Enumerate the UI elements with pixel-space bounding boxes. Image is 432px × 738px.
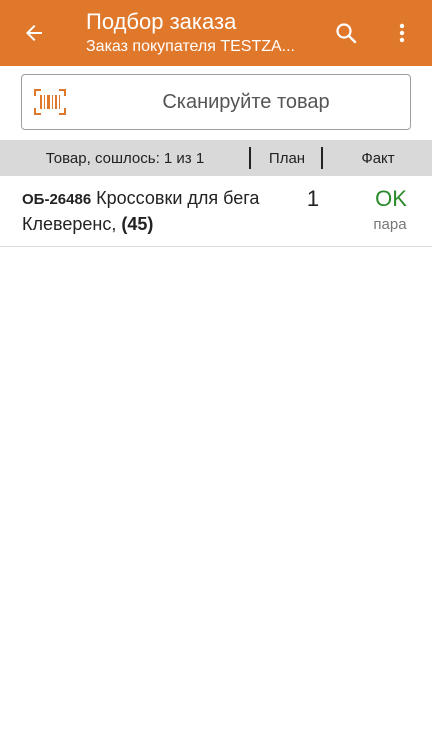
item-unit: пара xyxy=(373,216,407,233)
header-fact: Факт xyxy=(361,149,395,167)
barcode-icon xyxy=(34,89,66,115)
search-icon xyxy=(336,23,357,44)
table-header: Товар, сошлось: 1 из 1 План Факт xyxy=(0,140,432,176)
page-title: Подбор заказа xyxy=(86,9,237,34)
item-status: OK xyxy=(375,186,407,211)
scan-product-button[interactable]: Сканируйте товар xyxy=(21,74,411,130)
header-plan: План xyxy=(268,149,306,167)
item-code: ОБ-26486 xyxy=(22,191,92,208)
header-divider xyxy=(321,147,323,169)
header-divider xyxy=(249,147,251,169)
arrow-back-icon xyxy=(26,25,42,41)
scan-label: Сканируйте товар xyxy=(162,90,330,113)
table-row[interactable]: ОБ-26486 Кроссовки для бега Клеверенс, (… xyxy=(0,176,432,247)
overflow-menu-button[interactable] xyxy=(384,14,420,52)
back-button[interactable] xyxy=(14,14,54,52)
app-bar: Подбор заказа Заказ покупателя TESTZA... xyxy=(0,0,432,66)
header-product: Товар, сошлось: 1 из 1 xyxy=(45,149,205,167)
app-bar-titles: Подбор заказа Заказ покупателя TESTZA... xyxy=(86,8,316,57)
item-size: (45) xyxy=(121,214,154,234)
search-button[interactable] xyxy=(326,14,366,52)
item-plan-qty: 1 xyxy=(306,186,320,211)
more-vert-icon xyxy=(399,23,405,43)
page-subtitle: Заказ покупателя TESTZA... xyxy=(86,38,295,55)
item-name: ОБ-26486 Кроссовки для бега Клеверенс, (… xyxy=(22,186,272,237)
scan-area: Сканируйте товар xyxy=(0,66,432,140)
